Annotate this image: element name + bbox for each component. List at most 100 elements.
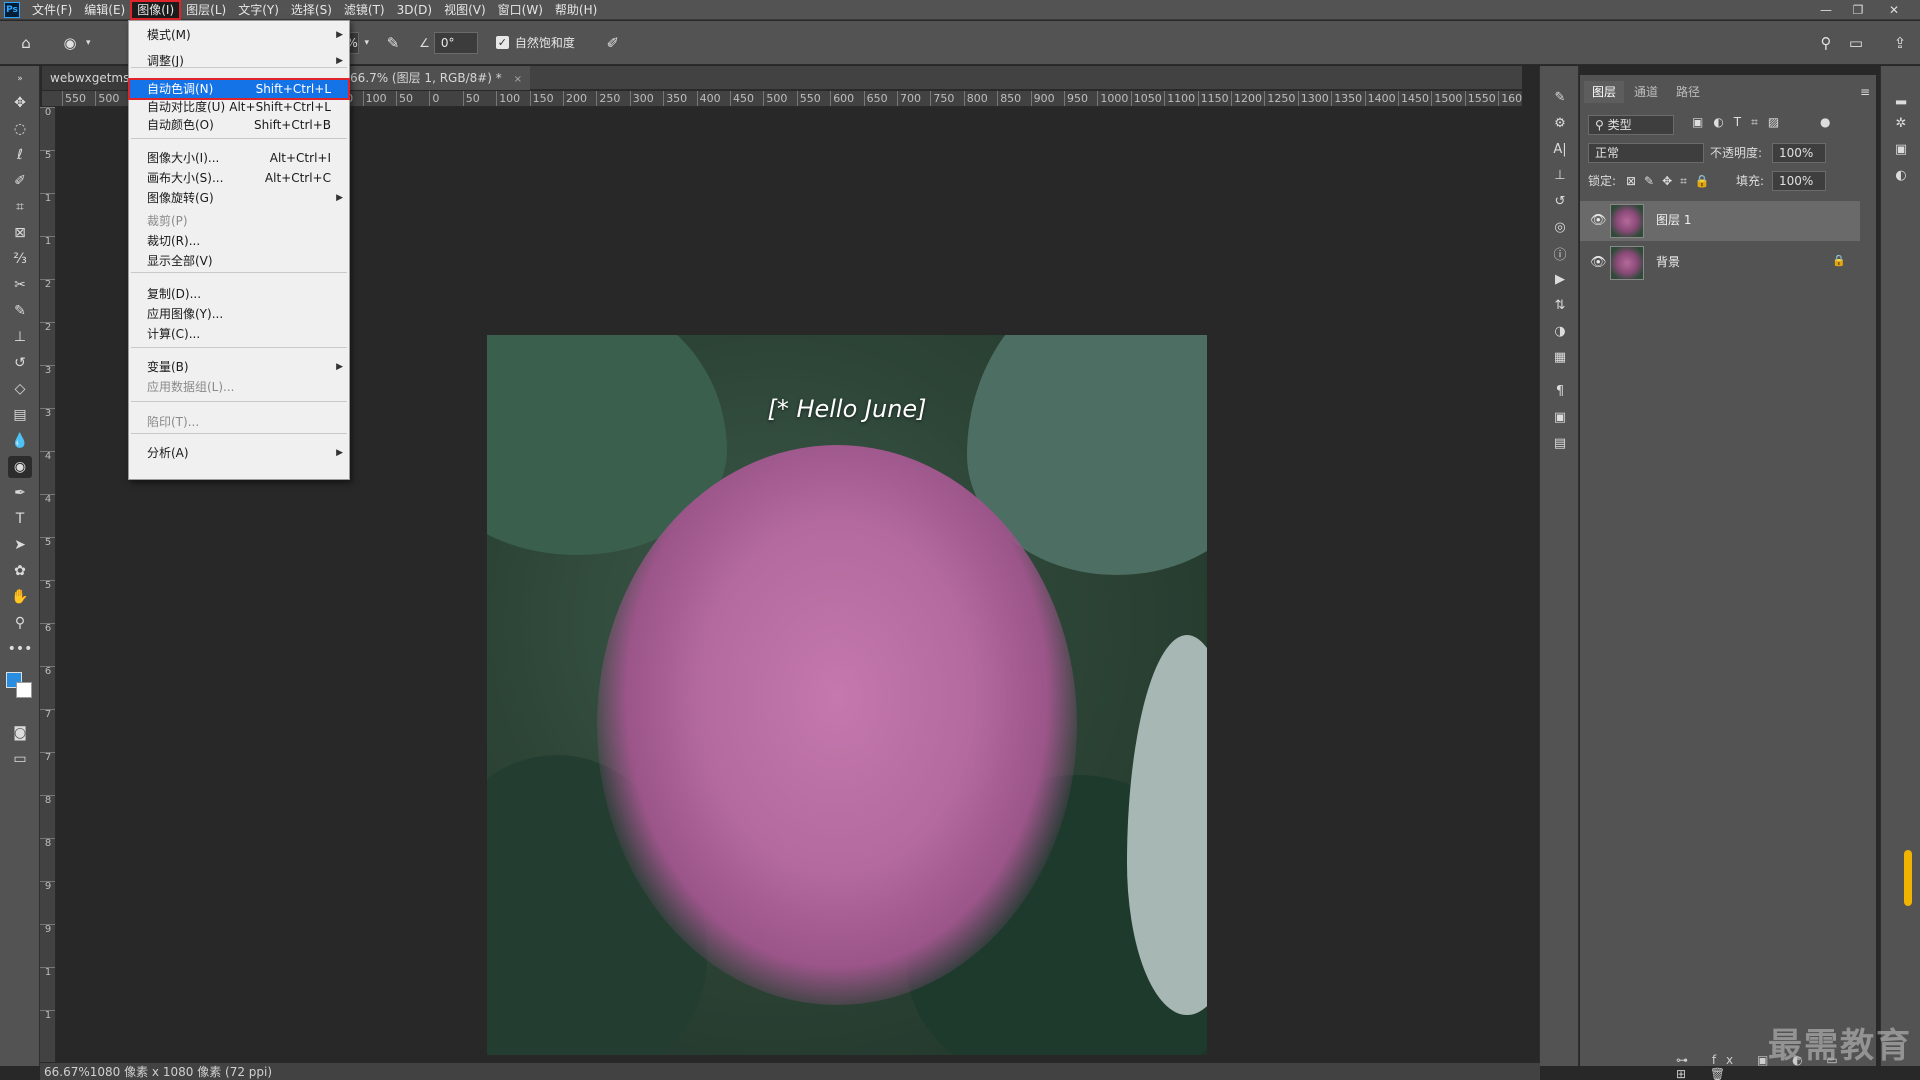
stamp-tool-icon[interactable]: ⊥	[8, 326, 32, 348]
lasso-tool-icon[interactable]: ℓ	[8, 144, 32, 166]
quick-select-tool-icon[interactable]: ✐	[8, 170, 32, 192]
restore-button[interactable]: ❐	[1842, 0, 1874, 20]
background-color-swatch[interactable]	[16, 682, 32, 698]
libraries-icon[interactable]: ▣	[1889, 138, 1913, 160]
menu-filter[interactable]: 滤镜(T)	[338, 1, 391, 19]
navigator-icon[interactable]: ✲	[1889, 112, 1913, 134]
image-menu-item[interactable]: 计算(C)...	[129, 324, 349, 344]
history-brush-tool-icon[interactable]: ↺	[8, 352, 32, 374]
pressure-icon[interactable]: ✐	[601, 31, 625, 55]
quick-mask-icon[interactable]: ◙	[8, 722, 32, 744]
crop-tool-icon[interactable]: ⌗	[8, 196, 32, 218]
image-menu-item[interactable]: 自动对比度(U) Alt+Shift+Ctrl+L	[129, 97, 349, 117]
history-icon[interactable]: ↺	[1548, 190, 1572, 212]
image-menu-item[interactable]: 应用图像(Y)...	[129, 304, 349, 324]
gradient-tool-icon[interactable]: ▤	[8, 404, 32, 426]
filter-toggle-icon[interactable]: ●	[1820, 115, 1830, 129]
menu-file[interactable]: 文件(F)	[26, 1, 78, 19]
clone-source-icon[interactable]: ⊥	[1548, 164, 1572, 186]
search-icon[interactable]: ⚲	[1814, 31, 1838, 55]
hand-tool-icon[interactable]: ✋	[8, 586, 32, 608]
layer-filter-select[interactable]: ⚲ 类型	[1588, 115, 1674, 135]
paths-icon[interactable]: ⇅	[1548, 294, 1572, 316]
move-tool-icon[interactable]: ✥	[8, 92, 32, 114]
image-menu-item[interactable]: 自动色调(N) Shift+Ctrl+L	[128, 78, 350, 100]
image-menu-item[interactable]: 分析(A) ▶	[129, 443, 349, 463]
angle-field[interactable]: 0°	[433, 31, 478, 54]
zoom-dropdown-icon[interactable]: ▾	[365, 38, 370, 48]
brushes-icon[interactable]: ◎	[1548, 216, 1572, 238]
table-icon[interactable]: ▦	[1548, 346, 1572, 368]
healing-tool-icon[interactable]: ✂	[8, 274, 32, 296]
close-window-button[interactable]: ✕	[1878, 0, 1910, 20]
screen-mode-icon[interactable]: ▭	[8, 748, 32, 770]
sponge-tool-icon[interactable]: ◉	[8, 456, 32, 478]
actions-play-icon[interactable]: ▶	[1548, 268, 1572, 290]
brush-tool-icon[interactable]: ✎	[8, 300, 32, 322]
shape-tool-icon[interactable]: ✿	[8, 560, 32, 582]
pen-tool-icon[interactable]: ✒	[8, 482, 32, 504]
visibility-eye-icon[interactable]: 👁	[1590, 213, 1607, 228]
lock-options-icons[interactable]: ⊠✎✥⌗🔒	[1626, 171, 1718, 191]
layer-row-layer1[interactable]: 👁 图层 1	[1580, 201, 1860, 241]
menu-help[interactable]: 帮助(H)	[549, 1, 603, 19]
blur-tool-icon[interactable]: 💧	[8, 430, 32, 452]
blend-mode-select[interactable]: 正常	[1588, 143, 1704, 163]
menu-3d[interactable]: 3D(D)	[391, 1, 438, 19]
more-tools-icon[interactable]: •••	[8, 638, 33, 660]
fill-field[interactable]: 100%	[1772, 171, 1826, 191]
menu-select[interactable]: 选择(S)	[285, 1, 338, 19]
close-tab-icon[interactable]: ×	[514, 74, 522, 85]
opacity-field[interactable]: 100%	[1772, 143, 1826, 163]
image-menu-item[interactable]: 画布大小(S)... Alt+Ctrl+C	[129, 168, 349, 188]
menu-type[interactable]: 文字(Y)	[232, 1, 285, 19]
sponge-preset-icon[interactable]: ◉	[58, 31, 82, 55]
tab-layers[interactable]: 图层	[1584, 81, 1625, 103]
minimize-button[interactable]: —	[1810, 0, 1842, 20]
image-menu-item[interactable]: 模式(M) ▶	[129, 25, 349, 45]
layer-row-background[interactable]: 👁 背景 🔒	[1580, 243, 1860, 283]
menu-layer[interactable]: 图层(L)	[180, 1, 232, 19]
menu-edit[interactable]: 编辑(E)	[78, 1, 131, 19]
collapse-toolbar-icon[interactable]: »	[8, 68, 32, 90]
tab-current-document[interactable]: 66.7% (图层 1, RGB/8#) * ×	[342, 66, 531, 90]
3d-icon[interactable]: ◑	[1548, 320, 1572, 342]
notes-icon[interactable]: ▤	[1548, 432, 1572, 454]
natural-saturation-checkbox[interactable]: ✓	[495, 36, 509, 49]
adjustments-icon[interactable]: ⚙	[1548, 112, 1572, 134]
image-menu-item[interactable]: 图像大小(I)... Alt+Ctrl+I	[129, 148, 349, 168]
workspace-icon[interactable]: ▭	[1844, 31, 1868, 55]
type-tool-icon[interactable]: T	[8, 508, 32, 530]
image-menu-item[interactable]: 自动颜色(O) Shift+Ctrl+B	[129, 115, 349, 135]
menu-window[interactable]: 窗口(W)	[492, 1, 549, 19]
paragraph-icon[interactable]: ¶	[1548, 380, 1572, 402]
glyphs-icon[interactable]: ▣	[1548, 406, 1572, 428]
image-menu-item[interactable]: 显示全部(V)	[129, 251, 349, 271]
marquee-tool-icon[interactable]: ◌	[8, 118, 32, 140]
character-icon[interactable]: A|	[1548, 138, 1572, 160]
brush-settings-icon[interactable]: ✎	[1548, 86, 1572, 108]
image-menu-item[interactable]: 图像旋转(G) ▶	[129, 188, 349, 208]
filter-icons[interactable]: ▣◐T⌗▨	[1692, 115, 1789, 130]
share-icon[interactable]: ⇪	[1888, 31, 1912, 55]
document-image[interactable]: [* Hello June]	[487, 335, 1207, 1055]
image-menu-item[interactable]: 调整(J) ▶	[129, 51, 349, 71]
zoom-tool-icon[interactable]: ⚲	[8, 612, 32, 634]
image-menu-item[interactable]: 变量(B) ▶	[129, 357, 349, 377]
panel-menu-icon[interactable]: ≡	[1860, 85, 1870, 99]
tab-channels[interactable]: 通道	[1626, 81, 1666, 103]
menu-view[interactable]: 视图(V)	[438, 1, 492, 19]
eraser-tool-icon[interactable]: ◇	[8, 378, 32, 400]
menu-image[interactable]: 图像(I)	[130, 0, 182, 20]
airbrush-icon[interactable]: ✎	[381, 31, 405, 55]
visibility-eye-icon[interactable]: 👁	[1590, 255, 1607, 270]
tab-paths[interactable]: 路径	[1668, 81, 1708, 103]
eyedropper-tool-icon[interactable]: ⅔	[8, 248, 32, 270]
path-select-tool-icon[interactable]: ➤	[8, 534, 32, 556]
info-icon[interactable]: ⓘ	[1548, 242, 1572, 264]
histogram-icon[interactable]: ▂	[1889, 86, 1913, 108]
scroll-indicator[interactable]	[1904, 850, 1912, 906]
color-icon[interactable]: ◐	[1889, 164, 1913, 186]
chevron-down-icon[interactable]: ▾	[86, 38, 91, 48]
image-menu-item[interactable]: 复制(D)...	[129, 284, 349, 304]
